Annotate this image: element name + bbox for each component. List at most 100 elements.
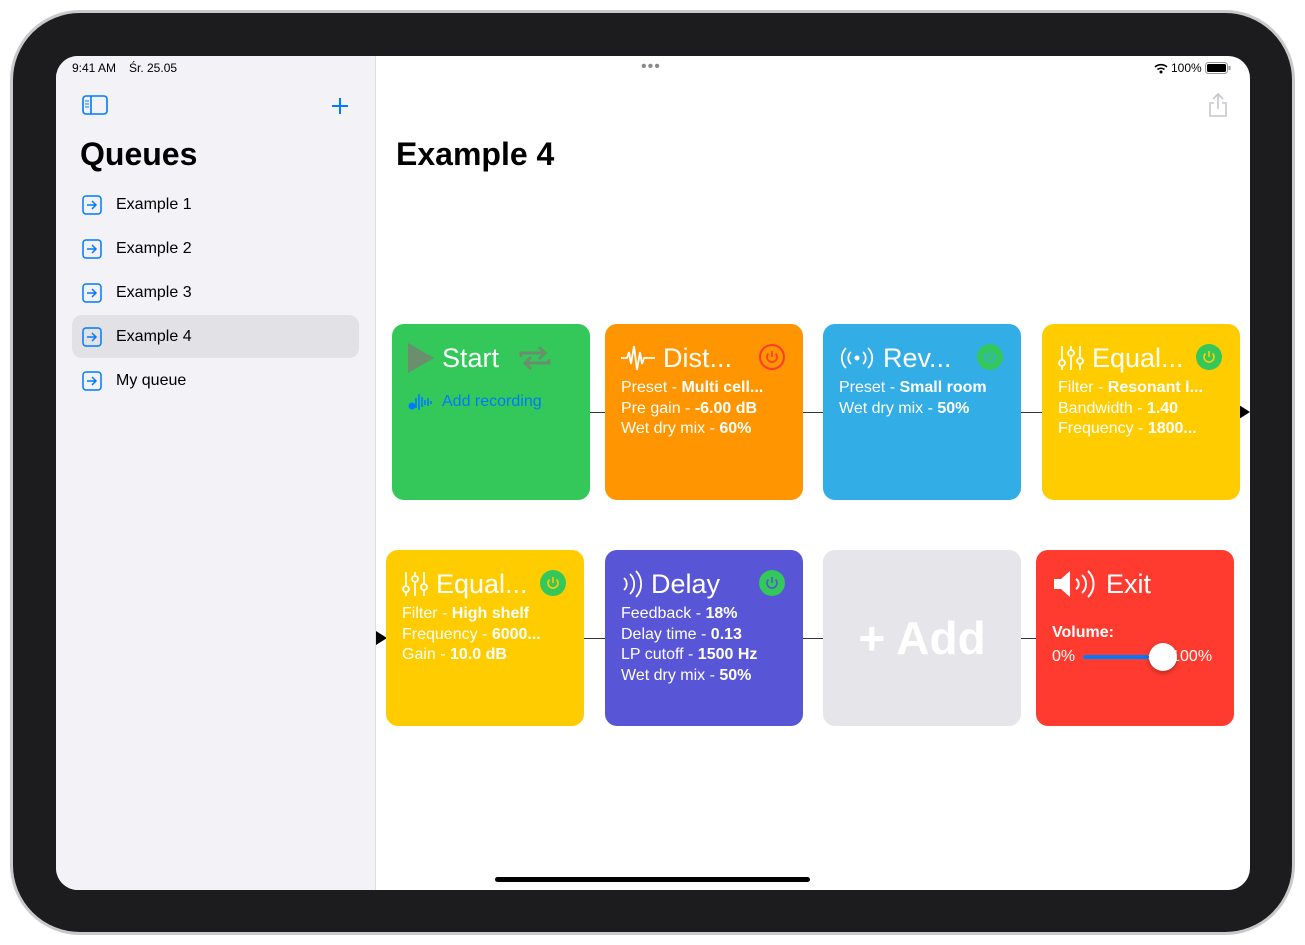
power-icon [766,351,778,363]
page-title: Example 4 [396,136,555,172]
param-line: Filter - Resonant l... [1058,378,1224,399]
add-effect-button[interactable]: + Add [823,550,1021,726]
sidebar-item-example-1[interactable]: Example 1 [72,183,359,226]
param-label: Frequency - [1058,420,1148,437]
param-label: Preset - [621,379,682,396]
power-toggle-on[interactable] [540,570,566,596]
queue-icon [82,370,102,391]
power-icon [1203,351,1215,363]
waveform-icon [621,345,655,371]
power-toggle-on[interactable] [1196,344,1222,370]
param-label: LP cutoff - [621,646,698,663]
status-right: 100% [1154,61,1231,75]
add-recording-button[interactable]: Add recording [408,392,574,412]
equalizer-card[interactable]: Equal... Filter - High shelf Frequency -… [386,550,584,726]
sidebar-title: Queues [80,136,198,172]
queue-icon [82,194,102,215]
sound-waves-icon [623,570,643,598]
power-toggle-off[interactable] [759,344,785,370]
add-queue-icon[interactable] [330,96,350,116]
param-label: Preset - [839,379,900,396]
start-title: Start [442,342,500,373]
queue-icon [82,326,102,347]
delay-card[interactable]: Delay Feedback - 18% Delay time - 0.13 L… [605,550,803,726]
param-label: Filter - [1058,379,1108,396]
param-value: 10.0 dB [450,646,507,663]
power-icon [766,577,778,589]
param-value: 50% [937,399,970,417]
exit-card[interactable]: Exit Volume: 0% 100% [1036,550,1234,726]
param-line: Wet dry mix - 50% [839,399,1005,420]
play-icon[interactable] [408,343,434,373]
waveform-plus-icon [408,394,432,410]
param-label: Wet dry mix - [621,420,720,437]
param-line: Preset - Small room [839,378,1005,399]
volume-knob[interactable] [1149,643,1178,671]
param-value: 18% [705,605,738,622]
param-label: Frequency - [402,625,492,643]
param-value: 50% [719,666,752,684]
param-value: 60% [719,420,752,437]
param-line: Wet dry mix - 50% [621,666,787,687]
speaker-icon [1054,570,1095,598]
multitask-dots[interactable]: ••• [641,58,661,76]
power-icon [984,351,996,363]
share-icon[interactable] [1207,92,1229,118]
param-line: Feedback - 18% [621,604,787,625]
sidebar-item-example-4[interactable]: Example 4 [72,315,359,358]
queue-icon [82,282,102,303]
start-card[interactable]: Start Add recording [392,324,590,500]
queue-icon [82,238,102,259]
param-value: 6000... [491,625,541,643]
screen: 9:41 AM Śr. 25.05 Queues Example 1 Exampl… [56,56,1250,890]
param-label: Pre gain - [621,399,695,417]
param-value: 1800... [1147,420,1197,437]
volume-min: 0% [1052,648,1076,665]
param-value: 1500 Hz [697,646,758,663]
arrow-right-icon [1239,405,1250,419]
param-line: Bandwidth - 1.40 [1058,399,1224,420]
param-label: Wet dry mix - [839,399,938,417]
param-value: Small room [899,379,987,396]
power-toggle-on[interactable] [977,344,1003,370]
param-value: 0.13 [710,625,742,643]
sidebar-item-my-queue[interactable]: My queue [72,359,359,402]
equalizer-card[interactable]: Equal... Filter - Resonant l... Bandwidt… [1042,324,1240,500]
param-value: Multi cell... [681,379,764,396]
param-label: Feedback - [621,605,706,622]
param-value: High shelf [451,605,530,622]
sidebar-toggle-icon[interactable] [82,95,108,115]
sliders-icon [1058,346,1084,370]
broadcast-icon [840,347,874,369]
sidebar-item-example-3[interactable]: Example 3 [72,271,359,314]
volume-fill [1083,655,1150,659]
home-indicator[interactable] [495,877,810,882]
sliders-icon [402,572,428,596]
param-line: Preset - Multi cell... [621,378,787,399]
volume-slider[interactable] [1083,643,1178,671]
battery-icon [1204,62,1231,74]
param-label: Delay time - [621,625,711,643]
param-value: 1.40 [1146,399,1179,417]
battery-percent: 100% [1171,61,1202,75]
card-header: Start [408,338,574,378]
status-date: Śr. 25.05 [129,61,178,75]
param-label: Filter - [402,605,452,622]
power-icon [547,577,559,589]
param-line: Gain - 10.0 dB [402,645,568,666]
volume-max: 100% [1171,648,1213,665]
distortion-card[interactable]: Dist... Preset - Multi cell... Pre gain … [605,324,803,500]
sidebar-item-label: Example 1 [116,195,192,213]
wifi-icon [1154,63,1168,73]
param-line: Pre gain - -6.00 dB [621,399,787,420]
param-line: LP cutoff - 1500 Hz [621,645,787,666]
volume-label: Volume: [1052,624,1114,641]
reverb-card[interactable]: Rev... Preset - Small room Wet dry mix -… [823,324,1021,500]
param-line: Wet dry mix - 60% [621,419,787,440]
repeat-icon[interactable] [517,343,553,373]
param-label: Gain - [402,646,451,663]
power-toggle-on[interactable] [759,570,785,596]
param-label: Wet dry mix - [621,666,720,684]
status-time: 9:41 AM [72,61,117,75]
sidebar-item-example-2[interactable]: Example 2 [72,227,359,270]
